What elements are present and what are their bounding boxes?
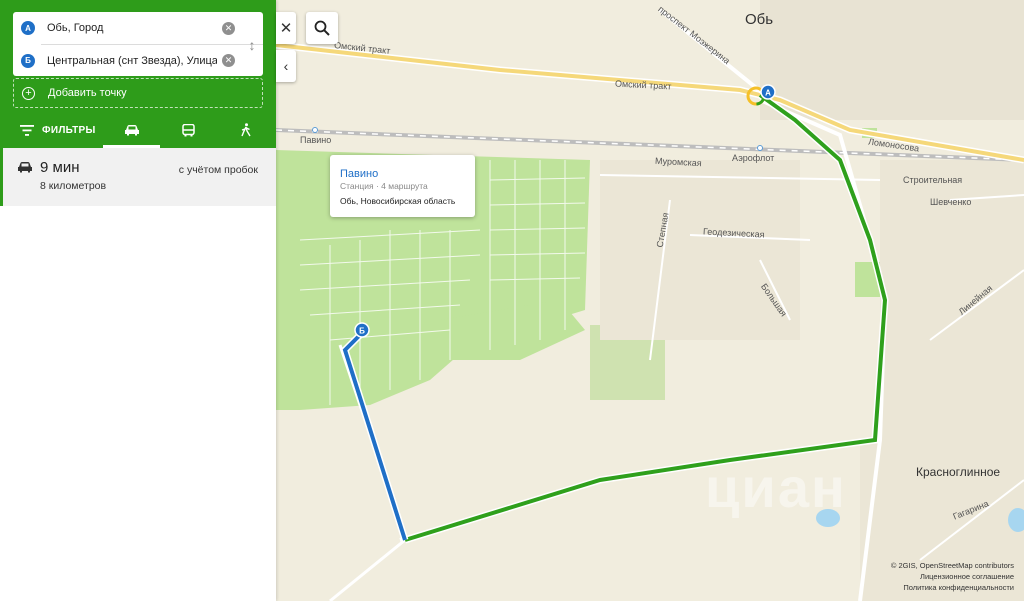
- app: А Б Обь Красноглинное Омский тракт Омски…: [0, 0, 1024, 601]
- clear-point-a-button[interactable]: ✕: [222, 21, 235, 35]
- route-panel: А Обь, Город ✕ Б Центральная (снт Звезда…: [0, 0, 276, 601]
- marker-b[interactable]: Б: [354, 322, 370, 338]
- search-button[interactable]: [306, 12, 338, 44]
- clear-point-b-button[interactable]: ✕: [222, 54, 235, 67]
- marker-b-letter: Б: [359, 327, 365, 336]
- close-icon: ✕: [224, 55, 233, 65]
- route-points-card: А Обь, Город ✕ Б Центральная (снт Звезда…: [13, 12, 263, 76]
- station-aeroflot-dot[interactable]: [757, 145, 763, 151]
- station-popup[interactable]: Павино Станция · 4 маршрута Обь, Новосиб…: [330, 155, 475, 217]
- route-result-item[interactable]: 9 мин 8 километров с учётом пробок: [0, 148, 276, 206]
- filters-label: ФИЛЬТРЫ: [42, 124, 96, 136]
- route-traffic-note: с учётом пробок: [178, 164, 258, 176]
- town-label: Красноглинное: [916, 465, 1001, 479]
- mode-bus-tab[interactable]: [160, 112, 217, 148]
- bus-icon: [182, 123, 195, 136]
- street-label: Аэрофлот: [732, 153, 775, 163]
- marker-a-letter: А: [765, 89, 771, 98]
- popup-title[interactable]: Павино: [340, 168, 378, 180]
- point-b-marker-icon: Б: [21, 53, 35, 68]
- close-icon: ✕: [279, 20, 293, 37]
- credit-copyright: © 2GIS, OpenStreetMap contributors: [890, 561, 1014, 570]
- marker-a[interactable]: А: [760, 84, 776, 100]
- search-icon: [314, 20, 330, 36]
- watermark: циан: [705, 456, 847, 519]
- mode-car-tab[interactable]: [103, 112, 160, 148]
- route-header: А Обь, Город ✕ Б Центральная (снт Звезда…: [0, 0, 276, 148]
- station-pavino-dot[interactable]: [312, 127, 318, 133]
- popup-address: Обь, Новосибирская область: [340, 196, 456, 206]
- transport-modes: ФИЛЬТРЫ: [0, 112, 276, 148]
- plus-circle-icon: +: [22, 87, 35, 100]
- license-link[interactable]: Лицензионное соглашение: [891, 571, 1014, 582]
- city-label: Обь: [745, 11, 774, 28]
- close-icon: ✕: [224, 22, 233, 33]
- route-point-b[interactable]: Б Центральная (снт Звезда), Улица ✕: [21, 44, 263, 76]
- street-label: Павино: [300, 135, 332, 145]
- map-credits: © 2GIS, OpenStreetMap contributors Лицен…: [891, 560, 1014, 593]
- point-a-marker-icon: А: [21, 21, 35, 35]
- add-point-button[interactable]: + Добавить точку: [13, 78, 263, 108]
- route-distance: 8 километров: [40, 180, 107, 192]
- street-label: Шевченко: [930, 197, 972, 207]
- urban-area: [760, 0, 1024, 120]
- swap-arrows-icon: ↕: [248, 37, 256, 53]
- mode-walk-tab[interactable]: [217, 112, 274, 148]
- pedestrian-icon: [240, 123, 251, 137]
- car-icon: [18, 162, 32, 173]
- close-panel-button[interactable]: ✕: [276, 12, 296, 44]
- car-icon: [124, 125, 139, 136]
- collapse-panel-button[interactable]: ‹: [276, 50, 296, 82]
- privacy-link[interactable]: Политика конфиденциальности: [891, 582, 1014, 593]
- swap-points-button[interactable]: ↕: [245, 34, 259, 56]
- filters-button[interactable]: ФИЛЬТРЫ: [0, 112, 103, 148]
- popup-subtitle: Станция · 4 маршрута: [340, 181, 428, 191]
- add-point-label: Добавить точку: [48, 87, 127, 99]
- urban-area: [600, 160, 800, 340]
- point-a-input[interactable]: Обь, Город: [47, 22, 217, 34]
- point-b-input[interactable]: Центральная (снт Звезда), Улица: [47, 55, 217, 67]
- chevron-left-icon: ‹: [283, 58, 289, 74]
- filter-icon: [20, 124, 34, 136]
- street-label: Строительная: [903, 175, 963, 185]
- route-point-a[interactable]: А Обь, Город ✕: [13, 12, 263, 44]
- route-time: 9 мин: [40, 159, 80, 176]
